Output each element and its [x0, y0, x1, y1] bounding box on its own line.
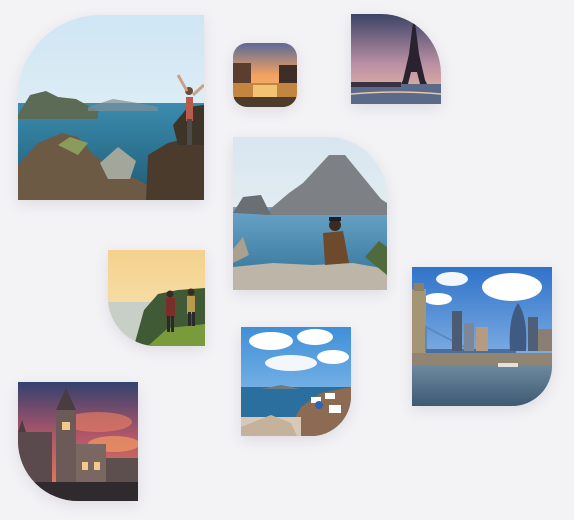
- photo-sea-rock-sitting-man[interactable]: [233, 137, 387, 290]
- photo-eiffel-tower-dusk[interactable]: [351, 14, 441, 104]
- photo-hikers-coastal-sunset[interactable]: [108, 250, 205, 346]
- photo-mountain-fjord-hikers[interactable]: [18, 15, 204, 200]
- photo-gothic-town-hall-sunset[interactable]: [18, 382, 138, 501]
- photo-greek-island-cliff[interactable]: [241, 327, 351, 436]
- photo-river-sunset-town[interactable]: [233, 43, 297, 107]
- photo-london-tower-bridge-skyline[interactable]: [412, 267, 552, 406]
